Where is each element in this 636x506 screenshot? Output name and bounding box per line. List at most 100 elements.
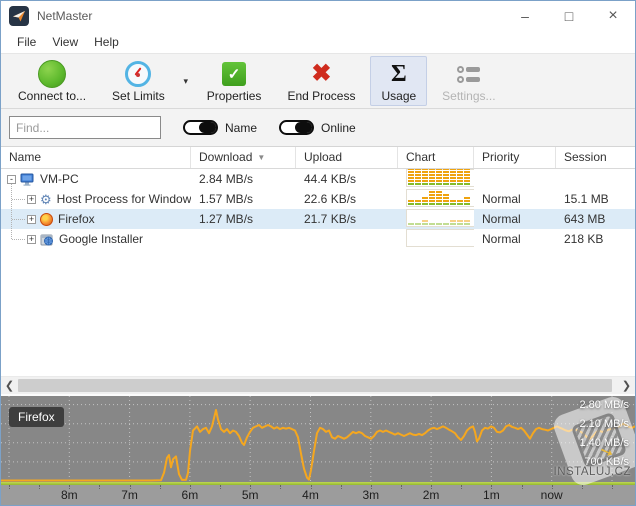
find-input[interactable]	[9, 116, 161, 139]
upload-value	[296, 229, 398, 249]
toolbar: Connect to... Set Limits ▾ ✓ Properties …	[1, 53, 635, 109]
column-header-session[interactable]: Session	[556, 147, 635, 168]
set-limits-dropdown-arrow-icon[interactable]: ▾	[178, 56, 194, 106]
set-limits-label: Set Limits	[112, 89, 165, 103]
x-axis-tick	[521, 485, 523, 489]
x-axis-tick-label: 8m	[60, 488, 78, 502]
x-axis-tick-label: 1m	[483, 488, 500, 502]
gauge-icon	[125, 61, 152, 87]
computer-icon	[20, 173, 35, 186]
sigma-icon: Σ	[390, 61, 407, 87]
settings-button: Settings...	[431, 56, 506, 106]
x-axis-tick-label: now	[540, 488, 563, 502]
firefox-icon	[40, 212, 53, 226]
close-button[interactable]: ×	[591, 1, 635, 31]
properties-button[interactable]: ✓ Properties	[196, 56, 273, 106]
upload-value: 44.4 KB/s	[304, 172, 357, 186]
x-axis-strip: 8m 7m 6m 5m 4m 3m 2m 1m now	[1, 485, 635, 505]
sliders-icon	[457, 65, 481, 83]
table-row-vm-pc[interactable]: - VM-PC 2.84 MB/s 44.4 KB/s	[1, 169, 635, 189]
minimize-button[interactable]: –	[503, 1, 547, 31]
scroll-right-icon[interactable]: ❯	[618, 377, 635, 394]
expand-icon[interactable]: +	[27, 214, 36, 224]
connect-icon	[38, 60, 67, 88]
usage-label: Usage	[381, 89, 417, 103]
y-axis-tick-label: 2.10 MB/s	[579, 418, 629, 430]
collapse-icon[interactable]: -	[7, 174, 16, 184]
process-name: Firefox	[58, 212, 95, 226]
name-toggle[interactable]	[183, 120, 218, 135]
menu-help[interactable]: Help	[86, 35, 127, 49]
usage-button[interactable]: Σ Usage	[370, 56, 428, 106]
sort-desc-icon: ▼	[257, 153, 266, 162]
table-row-google-installer[interactable]: + Google Installer Normal 218 KB	[1, 229, 635, 249]
connect-button[interactable]: Connect to...	[7, 56, 97, 106]
x-axis-tick	[461, 485, 463, 489]
x-axis-tick	[340, 485, 342, 489]
maximize-button[interactable]: □	[547, 1, 591, 31]
download-value: 2.84 MB/s	[199, 172, 254, 186]
column-header-chart[interactable]: Chart	[398, 147, 474, 168]
column-header-priority[interactable]: Priority	[474, 147, 556, 168]
traffic-sparkline	[406, 229, 474, 247]
upload-value: 21.7 KB/s	[304, 212, 357, 226]
process-table: Name Download ▼ Upload Chart Priority Ses…	[1, 147, 635, 376]
y-axis-tick-label: 2.80 MB/s	[579, 399, 629, 411]
check-icon: ✓	[222, 62, 247, 86]
table-header: Name Download ▼ Upload Chart Priority Ses…	[1, 147, 635, 169]
x-axis-tick-label: 6m	[181, 488, 199, 502]
download-value: 1.57 MB/s	[199, 192, 254, 206]
gear-icon: ⚙	[40, 191, 52, 207]
download-value: 1.27 MB/s	[199, 212, 254, 226]
table-row-host-process[interactable]: + ⚙ Host Process for Windows ... 1.57 MB…	[1, 189, 635, 209]
menu-view[interactable]: View	[44, 35, 86, 49]
set-limits-button[interactable]: Set Limits	[101, 56, 176, 106]
column-header-name[interactable]: Name	[1, 147, 191, 168]
chart-series-label: Firefox	[9, 407, 64, 427]
traffic-sparkline	[406, 209, 474, 227]
toggle-knob	[199, 122, 216, 133]
menu-file[interactable]: File	[9, 35, 44, 49]
expand-icon[interactable]: +	[27, 234, 36, 244]
priority-value: Normal	[482, 232, 521, 246]
x-axis-tick-label: 5m	[241, 488, 259, 502]
end-process-button[interactable]: ✖ End Process	[276, 56, 366, 106]
x-axis-tick	[220, 485, 221, 489]
titlebar: NetMaster – □ ×	[1, 1, 635, 31]
upload-value: 22.6 KB/s	[304, 192, 357, 206]
cross-icon: ✖	[311, 60, 332, 87]
toggle-knob	[295, 122, 313, 133]
table-row-firefox[interactable]: + Firefox 1.27 MB/s 21.7 KB/s Normal 643…	[1, 209, 635, 229]
x-axis-tick	[99, 485, 101, 489]
x-axis-tick-label: 7m	[121, 488, 138, 502]
end-process-label: End Process	[287, 89, 356, 103]
expand-icon[interactable]: +	[27, 194, 36, 204]
x-axis-tick-label: 3m	[362, 488, 380, 502]
session-value	[556, 169, 635, 189]
traffic-history-chart: Firefox 2.80 MB/s 2.10 MB/s 1.40 MB/s 700 K…	[1, 393, 635, 505]
scrollbar-thumb[interactable]	[18, 379, 612, 392]
app-icon	[9, 6, 29, 26]
window-title: NetMaster	[37, 9, 93, 23]
installer-icon	[40, 233, 54, 246]
session-value: 643 MB	[564, 212, 606, 226]
process-name: VM-PC	[40, 172, 79, 186]
name-toggle-label: Name	[225, 120, 258, 135]
column-header-upload[interactable]: Upload	[296, 147, 398, 168]
priority-value	[474, 169, 556, 189]
priority-value: Normal	[482, 212, 521, 226]
menubar: File View Help	[1, 31, 635, 53]
x-axis-tick	[9, 485, 10, 489]
table-body: - VM-PC 2.84 MB/s 44.4 KB/s + ⚙ Host Pro…	[1, 169, 635, 249]
horizontal-scrollbar[interactable]: ❮ ❯	[1, 376, 635, 394]
scroll-left-icon[interactable]: ❮	[1, 377, 18, 394]
online-toggle[interactable]	[279, 120, 315, 135]
y-axis-tick-label: 1.40 MB/s	[579, 437, 629, 449]
column-header-download[interactable]: Download ▼	[191, 147, 296, 168]
x-axis-tick-label: 4m	[302, 488, 319, 502]
process-name: Host Process for Windows ...	[56, 192, 191, 206]
x-axis-tick-label: 2m	[422, 488, 440, 502]
download-value	[191, 229, 296, 249]
x-axis-tick	[159, 485, 161, 489]
y-axis-tick-label: 700 KB/s	[584, 456, 629, 468]
